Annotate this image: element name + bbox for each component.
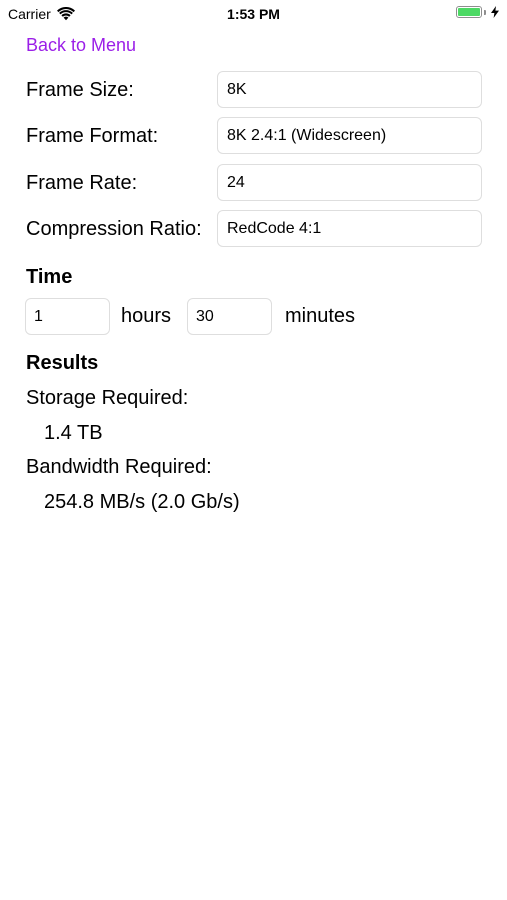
storage-required-value: 1.4 TB (44, 422, 103, 444)
compression-ratio-label: Compression Ratio: (26, 218, 202, 240)
bandwidth-required-value: 254.8 MB/s (2.0 Gb/s) (44, 491, 240, 513)
time-heading: Time (26, 266, 73, 288)
compression-ratio-row: Compression Ratio: RedCode 4:1 (26, 210, 482, 248)
frame-format-field[interactable]: 8K 2.4:1 (Widescreen) (217, 117, 482, 154)
frame-format-label: Frame Format: (26, 125, 159, 147)
frame-format-row: Frame Format: 8K 2.4:1 (Widescreen) (26, 117, 482, 155)
storage-required-label: Storage Required: (26, 387, 189, 409)
bandwidth-required-label: Bandwidth Required: (26, 456, 212, 478)
battery-body (456, 6, 482, 18)
hours-label: hours (121, 305, 172, 327)
status-bar: Carrier 1:53 PM (0, 0, 507, 28)
back-to-menu-button[interactable]: Back to Menu (26, 34, 136, 56)
minutes-input[interactable] (187, 298, 272, 335)
results-heading: Results (26, 352, 99, 374)
hours-input[interactable] (25, 298, 110, 335)
frame-size-row: Frame Size: 8K (26, 71, 482, 109)
frame-rate-row: Frame Rate: 24 (26, 164, 482, 202)
frame-size-field[interactable]: 8K (217, 71, 482, 108)
frame-rate-field[interactable]: 24 (217, 164, 482, 201)
frame-size-label: Frame Size: (26, 79, 134, 101)
battery-icon (456, 6, 499, 18)
frame-rate-label: Frame Rate: (26, 172, 138, 194)
battery-fill (458, 8, 480, 16)
charging-bolt-icon (491, 6, 499, 18)
status-time: 1:53 PM (227, 6, 280, 22)
compression-ratio-field[interactable]: RedCode 4:1 (217, 210, 482, 247)
battery-tip (484, 9, 486, 15)
minutes-label: minutes (285, 305, 356, 327)
